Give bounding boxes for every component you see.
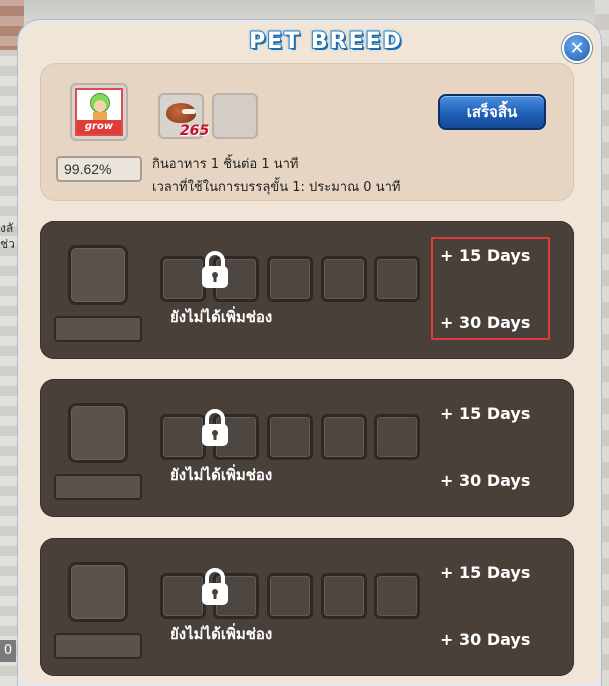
padlock-icon: [202, 568, 228, 605]
breed-item-slot[interactable]: [321, 256, 367, 302]
breed-slot-row-2: ยังไม่ได้เพิ่มช่อง + 15 Days + 30 Days: [40, 379, 574, 517]
breed-name-bar: [54, 633, 142, 659]
breed-item-slot[interactable]: [374, 414, 420, 460]
food-slot[interactable]: 265: [158, 93, 209, 139]
breed-pet-slot[interactable]: [68, 562, 128, 622]
add-30-days-button[interactable]: + 30 Days: [440, 469, 545, 493]
pet-avatar-icon: grow: [75, 88, 123, 136]
pet-card-label: grow: [77, 120, 121, 134]
slot-locked-text: ยังไม่ได้เพิ่มช่อง: [170, 625, 273, 643]
background-side-text: งลั ช่ว: [0, 221, 15, 251]
pet-slot[interactable]: grow: [70, 83, 128, 141]
breed-slot-row-3: ยังไม่ได้เพิ่มช่อง + 15 Days + 30 Days: [40, 538, 574, 676]
breed-item-slot[interactable]: [374, 256, 420, 302]
close-icon: ✕: [569, 37, 585, 59]
add-30-days-button[interactable]: + 30 Days: [440, 628, 545, 652]
breed-item-slot[interactable]: [267, 573, 313, 619]
breed-info-text: กินอาหาร 1 ชิ้นต่อ 1 นาที เวลาที่ใช้ในกา…: [152, 153, 400, 199]
pet-breed-window: PET BREED ✕ grow 265 99.62% กินอาหาร 1 ช…: [18, 20, 601, 686]
breed-item-slot[interactable]: [267, 256, 313, 302]
breed-item-slot[interactable]: [267, 414, 313, 460]
padlock-icon: [202, 251, 228, 288]
breed-name-bar: [54, 316, 142, 342]
bone-icon: [182, 109, 196, 114]
food-slot-empty[interactable]: [212, 93, 258, 139]
breed-name-bar: [54, 474, 142, 500]
time-estimate-text: เวลาที่ใช้ในการบรรลุขั้น 1: ประมาณ 0 นาท…: [152, 180, 401, 195]
padlock-icon: [202, 409, 228, 446]
breed-pet-slot[interactable]: [68, 245, 128, 305]
food-count: 265: [180, 123, 210, 139]
add-30-days-button[interactable]: + 30 Days: [440, 311, 545, 335]
breed-slot-row-1: ยังไม่ได้เพิ่มช่อง + 15 Days + 30 Days: [40, 221, 574, 359]
breed-progress: 99.62%: [56, 156, 142, 182]
slot-locked-text: ยังไม่ได้เพิ่มช่อง: [170, 308, 273, 326]
window-title: PET BREED: [248, 28, 403, 55]
breed-item-slot[interactable]: [321, 573, 367, 619]
close-button[interactable]: ✕: [562, 33, 592, 63]
feed-rate-text: กินอาหาร 1 ชิ้นต่อ 1 นาที: [152, 157, 299, 172]
breed-pet-slot[interactable]: [68, 403, 128, 463]
add-15-days-button[interactable]: + 15 Days: [440, 402, 545, 426]
slot-locked-text: ยังไม่ได้เพิ่มช่อง: [170, 466, 273, 484]
breed-info-panel: grow 265 99.62% กินอาหาร 1 ชิ้นต่อ 1 นาท…: [40, 63, 574, 201]
background-badge: 0: [0, 640, 16, 662]
add-15-days-button[interactable]: + 15 Days: [440, 561, 545, 585]
breed-item-slot[interactable]: [374, 573, 420, 619]
add-15-days-button[interactable]: + 15 Days: [440, 244, 545, 268]
window-title-banner: PET BREED: [231, 21, 421, 61]
breed-item-slot[interactable]: [321, 414, 367, 460]
finish-button[interactable]: เสร็จสิ้น: [438, 94, 546, 130]
